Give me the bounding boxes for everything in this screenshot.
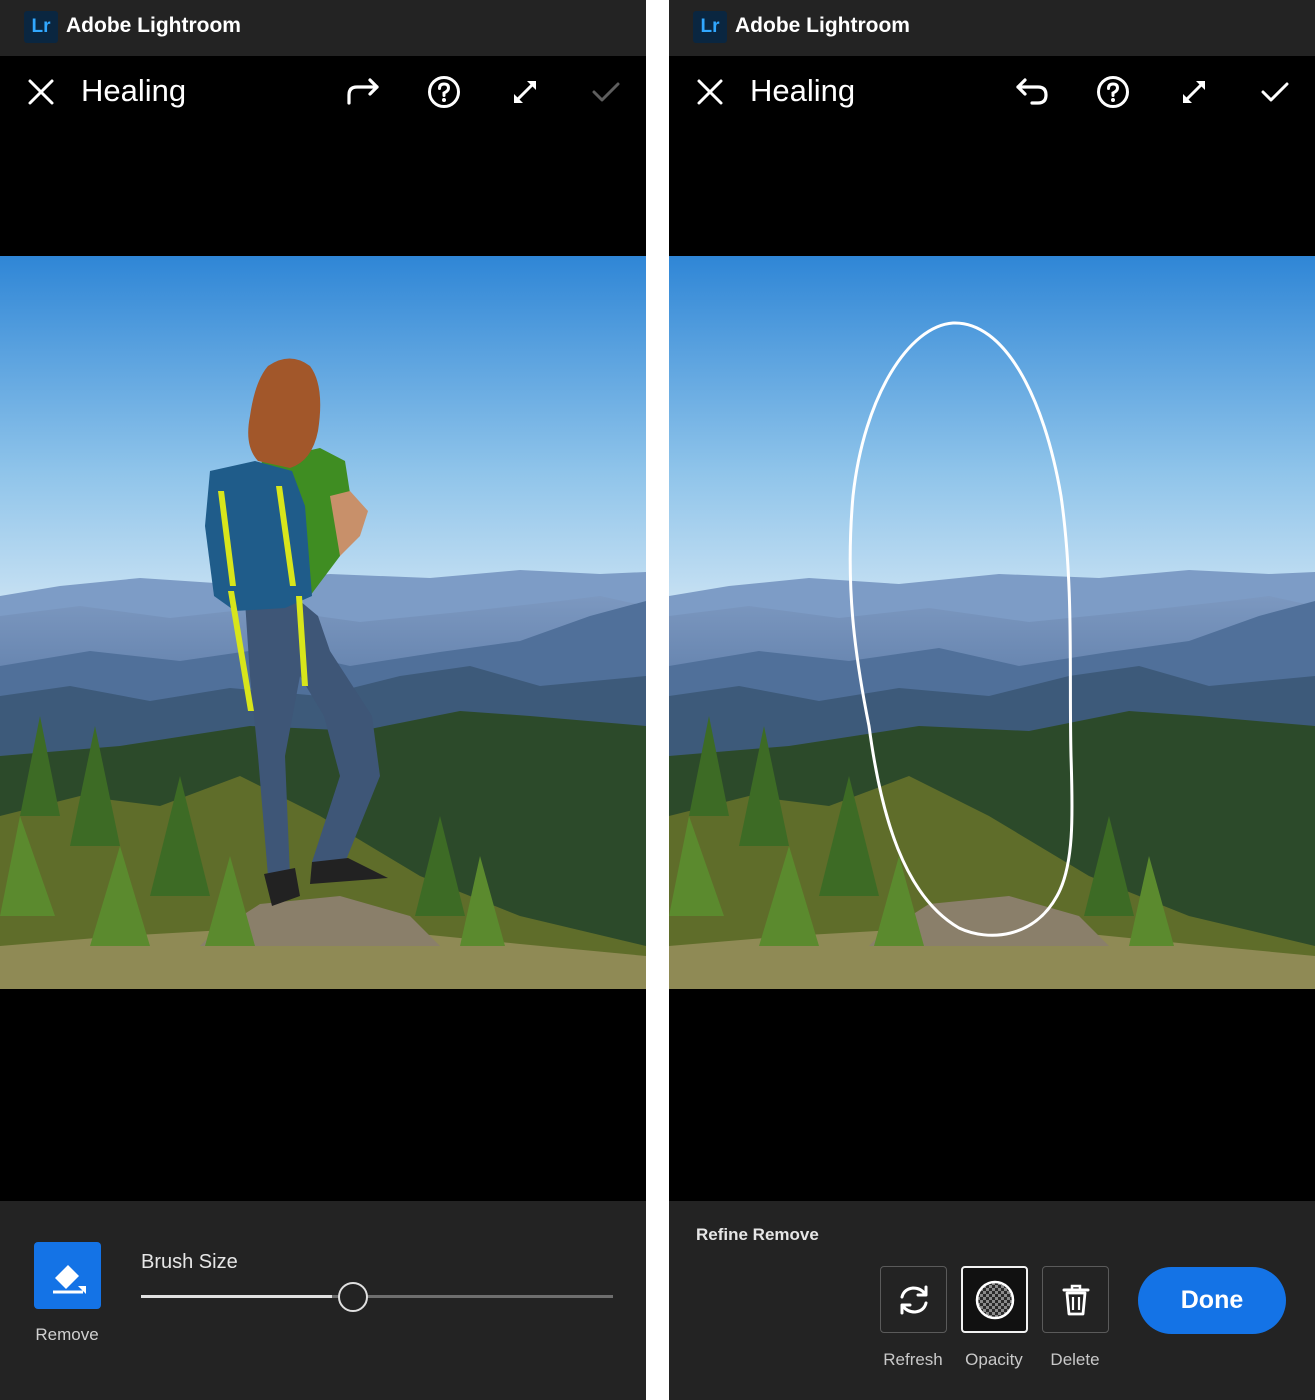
close-button[interactable] — [19, 70, 63, 114]
tool-title: Healing — [750, 73, 856, 108]
healing-toolbar: Healing — [669, 56, 1315, 128]
delete-label: Delete — [1050, 1350, 1100, 1369]
trash-icon — [1062, 1284, 1089, 1315]
eraser-icon — [52, 1264, 86, 1294]
fullscreen-button[interactable] — [1172, 70, 1216, 114]
lightroom-logo: Lr — [693, 11, 727, 43]
app-title: Adobe Lightroom — [66, 14, 241, 37]
refine-panel: Refine Remove Refresh Opacity Delete Don… — [669, 1201, 1315, 1400]
brush-size-label: Brush Size — [141, 1251, 238, 1273]
undo-icon — [1016, 78, 1048, 105]
apply-check-button[interactable] — [584, 70, 628, 114]
expand-icon — [513, 80, 537, 104]
opacity-button[interactable] — [961, 1266, 1028, 1333]
refresh-button[interactable] — [880, 1266, 947, 1333]
redo-icon — [347, 78, 379, 105]
lightroom-logo: Lr — [24, 11, 58, 43]
healing-tool-panel: Remove Brush Size — [0, 1201, 646, 1400]
brush-size-slider[interactable] — [141, 1281, 613, 1313]
tool-title: Healing — [81, 73, 187, 108]
backpack — [205, 461, 312, 611]
help-icon — [428, 76, 460, 108]
photo-canvas[interactable] — [669, 256, 1315, 989]
close-button[interactable] — [688, 70, 732, 114]
refresh-icon — [900, 1285, 927, 1314]
refine-remove-title: Refine Remove — [696, 1225, 819, 1244]
close-icon — [28, 79, 54, 105]
close-icon — [697, 79, 723, 105]
help-button[interactable] — [422, 70, 466, 114]
refresh-label: Refresh — [883, 1350, 943, 1369]
opacity-icon — [975, 1280, 1014, 1319]
right-screen: Lr Adobe Lightroom Healing Refine Remove… — [669, 0, 1315, 1400]
healing-toolbar: Healing — [0, 56, 646, 128]
fullscreen-button[interactable] — [503, 70, 547, 114]
apply-check-button[interactable] — [1253, 70, 1297, 114]
slider-fill — [141, 1295, 333, 1298]
delete-button[interactable] — [1042, 1266, 1109, 1333]
check-icon — [592, 82, 620, 102]
photo-canvas[interactable] — [0, 256, 646, 989]
check-icon — [1261, 82, 1289, 102]
app-title-bar: Lr Adobe Lightroom — [0, 0, 646, 56]
undo-button[interactable] — [1010, 70, 1054, 114]
help-button[interactable] — [1091, 70, 1135, 114]
slider-thumb[interactable] — [338, 1282, 369, 1312]
sky — [669, 256, 1315, 616]
opacity-label: Opacity — [965, 1350, 1023, 1369]
left-screen: Lr Adobe Lightroom Healing Remove Brush … — [0, 0, 646, 1400]
app-title: Adobe Lightroom — [735, 14, 910, 37]
help-icon — [1097, 76, 1129, 108]
expand-icon — [1182, 80, 1206, 104]
remove-tool-button[interactable] — [34, 1242, 101, 1309]
app-title-bar: Lr Adobe Lightroom — [669, 0, 1315, 56]
remove-tool-label: Remove — [35, 1325, 99, 1344]
redo-button[interactable] — [341, 70, 385, 114]
done-button[interactable]: Done — [1138, 1267, 1286, 1334]
